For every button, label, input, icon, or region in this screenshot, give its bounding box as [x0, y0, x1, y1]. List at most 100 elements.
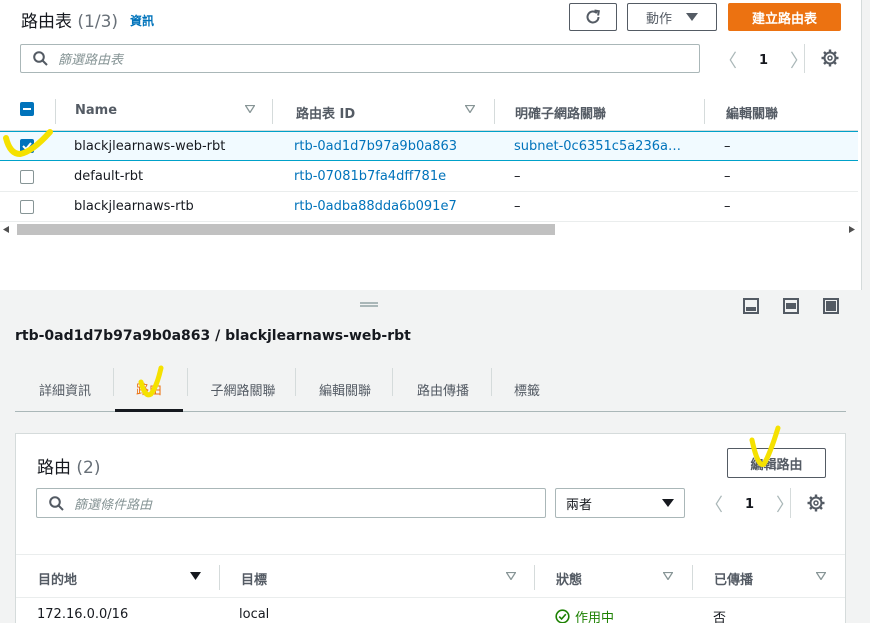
- page-title: 路由表 (1/3): [21, 7, 118, 32]
- row-edge: –: [724, 139, 731, 154]
- layout-icon[interactable]: [823, 298, 839, 314]
- route-status: 作用中: [555, 607, 614, 623]
- row-name: blackjlearnaws-rtb: [74, 199, 194, 214]
- tab-details[interactable]: 詳細資訊: [21, 367, 109, 412]
- chevron-right-icon[interactable]: 〉: [790, 47, 808, 73]
- row-checkbox[interactable]: [20, 170, 34, 184]
- table-row[interactable]: blackjlearnaws-rtb rtb-0adba88dda6b091e7…: [0, 192, 858, 222]
- divider: [113, 368, 114, 396]
- create-route-table-button[interactable]: 建立路由表: [728, 3, 841, 31]
- layout-icon[interactable]: [743, 298, 759, 314]
- divider: [187, 368, 188, 396]
- tab-tags[interactable]: 標籤: [495, 367, 559, 412]
- edit-routes-button[interactable]: 編輯路由: [727, 448, 826, 478]
- chevron-left-icon[interactable]: 〈: [705, 491, 723, 517]
- sort-icon[interactable]: [506, 572, 516, 580]
- row-route-table-id[interactable]: rtb-07081b7fa4dff781e: [294, 169, 446, 184]
- row-edge: –: [724, 169, 731, 184]
- route-status-label: 作用中: [575, 611, 615, 623]
- refresh-button[interactable]: [569, 3, 617, 31]
- row-route-table-id[interactable]: rtb-0adba88dda6b091e7: [294, 199, 457, 214]
- divider: [491, 368, 492, 396]
- actions-label: 動作: [645, 11, 672, 27]
- panel-resize-handle[interactable]: [360, 302, 378, 307]
- route-table-filter[interactable]: 篩選路由表: [20, 44, 700, 73]
- filter-placeholder: 篩選路由表: [58, 53, 124, 68]
- horizontal-scrollbar[interactable]: [0, 222, 858, 238]
- column-route-table-id[interactable]: 路由表 ID: [296, 103, 355, 122]
- sort-icon[interactable]: [816, 572, 826, 580]
- tab-edge-associations[interactable]: 編輯關聯: [301, 367, 389, 412]
- caret-down-icon: [662, 499, 674, 507]
- sort-icon[interactable]: [663, 572, 673, 580]
- divider: [494, 99, 495, 124]
- chevron-left-icon[interactable]: 〈: [719, 47, 737, 73]
- sort-active-icon[interactable]: [190, 572, 201, 580]
- column-edge-associations[interactable]: 編輯關聯: [726, 103, 778, 122]
- gear-icon[interactable]: [807, 494, 825, 512]
- column-status[interactable]: 狀態: [556, 569, 582, 588]
- divider: [804, 44, 805, 73]
- route-tables-title: 路由表: [21, 12, 72, 32]
- route-tables-count: (1/3): [77, 12, 119, 32]
- caret-down-icon: [686, 13, 698, 21]
- column-destination[interactable]: 目的地: [38, 569, 77, 588]
- scrollbar-thumb[interactable]: [17, 224, 555, 235]
- page-number[interactable]: 1: [745, 497, 754, 512]
- row-subnet[interactable]: subnet-0c6351c5a236a…: [514, 139, 681, 154]
- divider: [219, 565, 220, 590]
- row-checkbox[interactable]: [20, 200, 34, 214]
- route-type-select[interactable]: 兩者: [555, 488, 685, 518]
- chevron-right-icon[interactable]: 〉: [776, 491, 794, 517]
- routes-pagination: 〈 1 〉: [705, 491, 794, 517]
- route-target: local: [239, 607, 270, 622]
- route-propagated: 否: [713, 611, 727, 623]
- table-row[interactable]: 172.16.0.0/16 local 作用中 否: [16, 600, 845, 623]
- routes-header: 目的地 目標 狀態 已傳播: [16, 554, 845, 598]
- tab-subnet-associations[interactable]: 子網路關聯: [193, 367, 293, 412]
- detail-title: rtb-0ad1d7b97a9b0a863 / blackjlearnaws-w…: [15, 328, 411, 344]
- divider: [534, 565, 535, 590]
- route-tables-panel: 路由表 (1/3) 資訊 動作 建立路由表 篩選路由表 〈 1 〉 Name 路…: [0, 0, 862, 290]
- column-propagated[interactable]: 已傳播: [714, 569, 753, 588]
- tab-routes[interactable]: 路由: [115, 367, 183, 412]
- scroll-left-icon[interactable]: [3, 226, 9, 233]
- row-subnet: –: [514, 169, 521, 184]
- divider: [790, 488, 791, 518]
- column-target[interactable]: 目標: [241, 569, 267, 588]
- status-check-icon: [555, 609, 570, 623]
- table-row[interactable]: blackjlearnaws-web-rbt rtb-0ad1d7b97a9b0…: [0, 131, 858, 161]
- row-route-table-id[interactable]: rtb-0ad1d7b97a9b0a863: [294, 139, 457, 154]
- table-row[interactable]: default-rbt rtb-07081b7fa4dff781e – –: [0, 162, 858, 192]
- column-name[interactable]: Name: [75, 103, 117, 118]
- sort-icon[interactable]: [465, 105, 475, 113]
- divider: [295, 368, 296, 396]
- row-name: default-rbt: [74, 169, 144, 184]
- detail-tabs: 詳細資訊 路由 子網路關聯 編輯關聯 路由傳播 標籤: [15, 367, 846, 412]
- actions-dropdown[interactable]: 動作: [627, 3, 717, 31]
- column-subnet-associations[interactable]: 明確子網路關聯: [515, 103, 606, 122]
- search-icon: [49, 495, 64, 511]
- select-all-checkbox[interactable]: [20, 102, 34, 116]
- divider: [392, 368, 393, 396]
- route-tables-header: Name 路由表 ID 明確子網路關聯 編輯關聯: [0, 92, 858, 131]
- layout-icon[interactable]: [783, 298, 799, 314]
- refresh-icon: [586, 9, 600, 24]
- divider: [704, 99, 705, 124]
- row-checkbox[interactable]: [20, 139, 34, 153]
- page-number[interactable]: 1: [759, 53, 768, 68]
- routes-filter[interactable]: 篩選條件路由: [36, 488, 546, 518]
- scroll-right-icon[interactable]: [849, 226, 855, 233]
- routes-count: (2): [76, 458, 101, 478]
- info-link[interactable]: 資訊: [130, 12, 154, 29]
- gear-icon[interactable]: [821, 49, 839, 67]
- route-type-value: 兩者: [566, 497, 593, 513]
- row-name: blackjlearnaws-web-rbt: [74, 139, 226, 154]
- tab-route-propagation[interactable]: 路由傳播: [397, 367, 489, 412]
- divider: [692, 565, 693, 590]
- routes-filter-placeholder: 篩選條件路由: [74, 497, 153, 513]
- divider: [55, 99, 56, 124]
- search-icon: [33, 51, 48, 66]
- routes-title: 路由 (2): [37, 453, 101, 478]
- sort-icon[interactable]: [245, 105, 255, 113]
